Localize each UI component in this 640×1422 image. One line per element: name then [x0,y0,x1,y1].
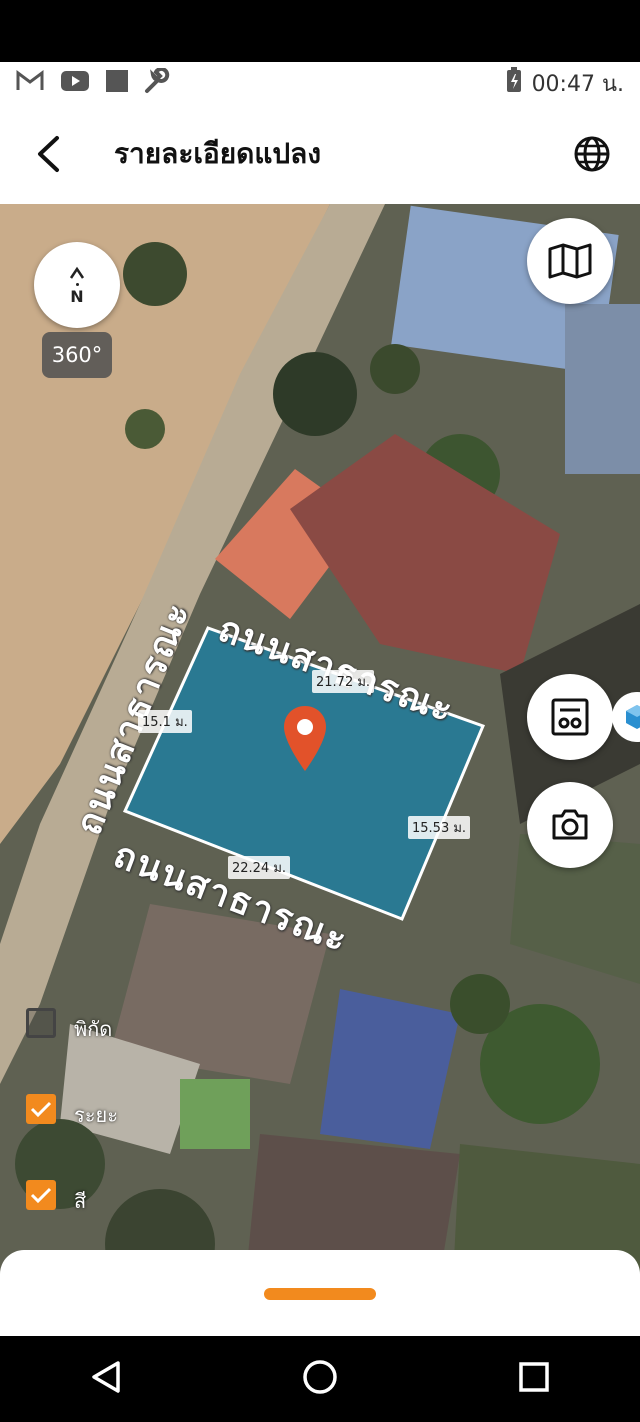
check-icon [30,1101,52,1118]
view-360-button[interactable]: 360° [42,332,112,378]
map-icon [548,243,592,279]
camera-button[interactable] [527,782,613,868]
checkbox-distance[interactable] [26,1094,56,1124]
back-button[interactable] [24,130,72,178]
compass-north-label: N [70,287,84,306]
top-black-bar [0,0,640,62]
back-icon[interactable] [90,1360,122,1398]
system-nav-bar [0,1336,640,1422]
home-icon[interactable] [302,1359,338,1399]
checkbox-color[interactable] [26,1180,56,1210]
recents-icon[interactable] [518,1361,550,1397]
option-distance-label: ระยะ [74,1103,118,1127]
status-right: 00:47 น. [506,66,624,101]
option-distance[interactable] [26,1094,56,1124]
dimension-bottom: 22.24 ม. [228,856,291,879]
dimension-top: 21.72 ม. [312,670,375,693]
camera-icon [552,809,588,840]
option-color-label: สี [74,1189,87,1213]
location-pin-icon [284,706,326,771]
compass-dot [75,283,79,286]
battery-charging-icon [506,67,522,99]
satellite-map[interactable]: ถนนสาธารณะ ถนนสาธารณะ ถนนสาธารณะ 21.72 ม… [0,204,640,1336]
clock: 00:47 น. [531,71,624,97]
dimension-right: 15.53 ม. [408,816,471,839]
checkbox-coordinates[interactable] [26,1008,56,1038]
bottom-sheet[interactable] [0,1250,640,1336]
language-button[interactable] [568,130,616,178]
dimension-left: 15.1 ม. [138,710,192,733]
plot-detail-button[interactable] [527,674,613,760]
chevron-left-icon [38,136,59,172]
sheet-drag-handle[interactable] [264,1288,376,1300]
compass-arrow-icon [69,266,85,279]
option-color[interactable] [26,1180,56,1210]
youtube-icon [60,70,90,96]
plot-document-icon [551,698,589,736]
check-icon [30,1187,52,1204]
notification-icons [16,66,170,98]
page-title: รายละเอียดแปลง [114,137,321,170]
compass-button[interactable]: N [34,242,120,328]
wrench-icon [144,66,170,98]
option-coordinates-label: พิกัด [74,1017,113,1041]
option-coordinates[interactable] [26,1008,56,1038]
cube-icon [626,705,640,729]
status-bar: 00:47 น. [0,62,640,104]
gmail-icon [16,70,44,96]
square-icon [106,70,128,96]
app-header: รายละเอียดแปลง [0,104,640,204]
globe-icon [574,136,610,172]
map-layer-button[interactable] [527,218,613,304]
